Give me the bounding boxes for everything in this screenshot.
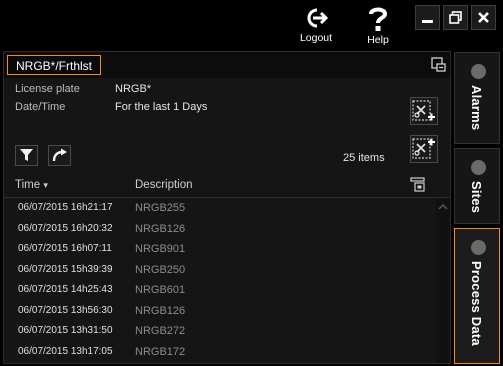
row-description: NRGB272 bbox=[135, 325, 186, 337]
item-count: 25 items bbox=[343, 152, 385, 164]
detach-window-icon[interactable] bbox=[431, 57, 446, 72]
alarms-status-dot-icon bbox=[471, 64, 486, 79]
close-icon bbox=[478, 12, 489, 23]
row-time: 06/07/2015 13h56:30 bbox=[18, 304, 113, 316]
logout-icon bbox=[307, 8, 329, 28]
export-selection-button[interactable] bbox=[410, 97, 438, 125]
logout-button[interactable]: Logout bbox=[288, 2, 344, 50]
search-results-panel: NRGB*/Frthlst License plate NRGB* Date/T… bbox=[3, 51, 451, 364]
filter-value-license-plate: NRGB* bbox=[115, 83, 152, 95]
sites-status-dot-icon bbox=[471, 160, 486, 175]
column-chooser-icon[interactable] bbox=[410, 177, 426, 192]
export-all-button[interactable] bbox=[410, 135, 438, 163]
row-description: NRGB172 bbox=[135, 345, 186, 358]
column-header-time[interactable]: Time ▾ bbox=[15, 173, 48, 197]
scissors-add-icon bbox=[412, 100, 435, 121]
row-description: NRGB250 bbox=[135, 263, 186, 276]
row-description: NRGB126 bbox=[135, 222, 186, 235]
restore-button[interactable] bbox=[443, 5, 468, 30]
minimize-icon bbox=[422, 20, 433, 23]
funnel-icon bbox=[20, 149, 33, 161]
row-description: NRGB901 bbox=[135, 243, 186, 255]
side-tab-alarms[interactable]: Alarms bbox=[454, 52, 500, 144]
table-row[interactable]: 06/07/2015 13h17:05 NRGB172 bbox=[4, 342, 435, 363]
help-button[interactable]: Help bbox=[350, 2, 406, 50]
row-description: NRGB255 bbox=[135, 202, 186, 214]
table-row[interactable]: 06/07/2015 16h07:11 NRGB901 bbox=[4, 239, 435, 260]
row-description: NRGB601 bbox=[135, 284, 186, 296]
row-time: 06/07/2015 14h25:43 bbox=[18, 284, 113, 295]
table-row[interactable]: 06/07/2015 14h25:43 NRGB601 bbox=[4, 280, 435, 301]
side-tab-sites[interactable]: Sites bbox=[454, 148, 500, 224]
row-time: 06/07/2015 13h31:50 bbox=[18, 325, 113, 336]
table-row[interactable]: 06/07/2015 16h21:17 NRGB255 bbox=[4, 198, 435, 219]
panel-title-tab[interactable]: NRGB*/Frthlst bbox=[7, 55, 102, 75]
help-label: Help bbox=[367, 34, 389, 46]
minimize-button[interactable] bbox=[415, 5, 440, 30]
logout-label: Logout bbox=[299, 32, 333, 44]
side-tab-process-data-label: Process Data bbox=[469, 261, 484, 346]
side-tab-alarms-label: Alarms bbox=[469, 85, 484, 131]
side-tab-sites-label: Sites bbox=[469, 181, 484, 214]
row-time: 06/07/2015 13h17:05 bbox=[18, 345, 113, 357]
scissors-add-all-icon bbox=[412, 138, 435, 159]
filter-button[interactable] bbox=[15, 145, 38, 166]
table-row[interactable]: 06/07/2015 16h20:32 NRGB126 bbox=[4, 219, 435, 240]
row-description: NRGB126 bbox=[135, 304, 186, 317]
table-row[interactable]: 06/07/2015 13h56:30 NRGB126 bbox=[4, 301, 435, 322]
column-header-time-label: Time bbox=[15, 179, 41, 191]
row-time: 06/07/2015 16h20:32 bbox=[18, 222, 113, 234]
vertical-scrollbar[interactable] bbox=[436, 198, 450, 363]
help-icon bbox=[369, 7, 388, 31]
redo-arrow-icon bbox=[52, 148, 67, 162]
close-button[interactable] bbox=[471, 5, 496, 30]
restore-icon bbox=[449, 11, 462, 24]
refresh-button[interactable] bbox=[48, 145, 71, 166]
process-data-status-dot-icon bbox=[471, 240, 486, 255]
row-time: 06/07/2015 16h21:17 bbox=[18, 202, 113, 213]
row-time: 06/07/2015 15h39:39 bbox=[18, 263, 113, 275]
filter-value-datetime: For the last 1 Days bbox=[115, 101, 208, 113]
table-row[interactable]: 06/07/2015 15h39:39 NRGB250 bbox=[4, 260, 435, 281]
panel-title-strip: NRGB*/Frthlst bbox=[4, 52, 450, 78]
table-row[interactable]: 06/07/2015 13h31:50 NRGB272 bbox=[4, 321, 435, 342]
filter-key-datetime: Date/Time bbox=[15, 101, 66, 113]
filter-key-license-plate: License plate bbox=[15, 83, 80, 95]
row-time: 06/07/2015 16h07:11 bbox=[18, 243, 112, 254]
results-list: 06/07/2015 16h21:17 NRGB255 06/07/2015 16h… bbox=[4, 198, 435, 363]
side-tab-process-data[interactable]: Process Data bbox=[454, 228, 500, 364]
column-header-description[interactable]: Description bbox=[135, 173, 193, 197]
sort-desc-icon: ▾ bbox=[43, 180, 48, 190]
scroll-up-arrow-icon[interactable] bbox=[436, 202, 450, 212]
